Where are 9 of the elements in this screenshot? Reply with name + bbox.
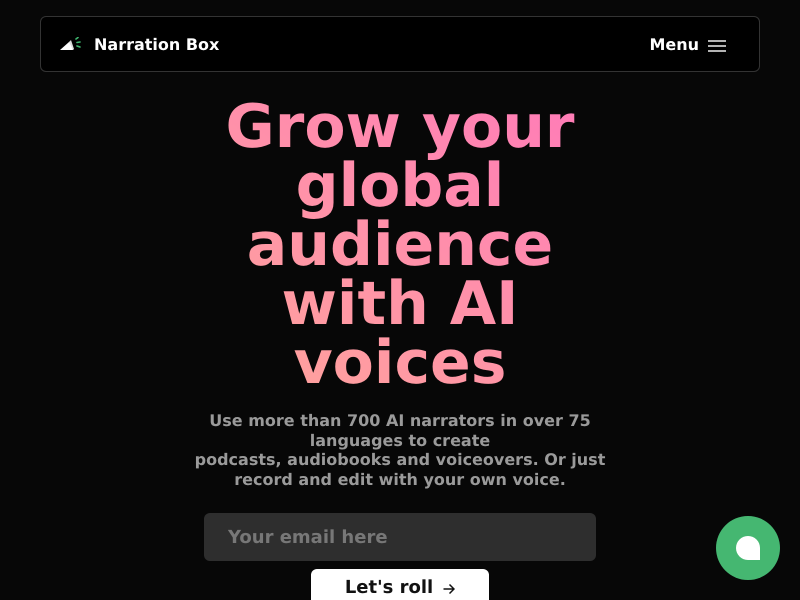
- menu-icon: [708, 40, 726, 52]
- arrow-right-icon: [443, 583, 456, 595]
- email-field[interactable]: Your email here: [204, 513, 596, 561]
- hero-subtitle: Use more than 700 AI narrators in over 75 languages to create podcasts, audiobooks and voiceovers. Or just record and edit with your own voice.: [194, 411, 606, 489]
- menu-button[interactable]: Menu: [649, 34, 726, 54]
- lets-roll-button[interactable]: Let's roll: [311, 569, 489, 600]
- chat-bubble-icon: [736, 536, 760, 560]
- megaphone-icon: [60, 37, 83, 51]
- brand-name[interactable]: Narration Box: [94, 34, 220, 54]
